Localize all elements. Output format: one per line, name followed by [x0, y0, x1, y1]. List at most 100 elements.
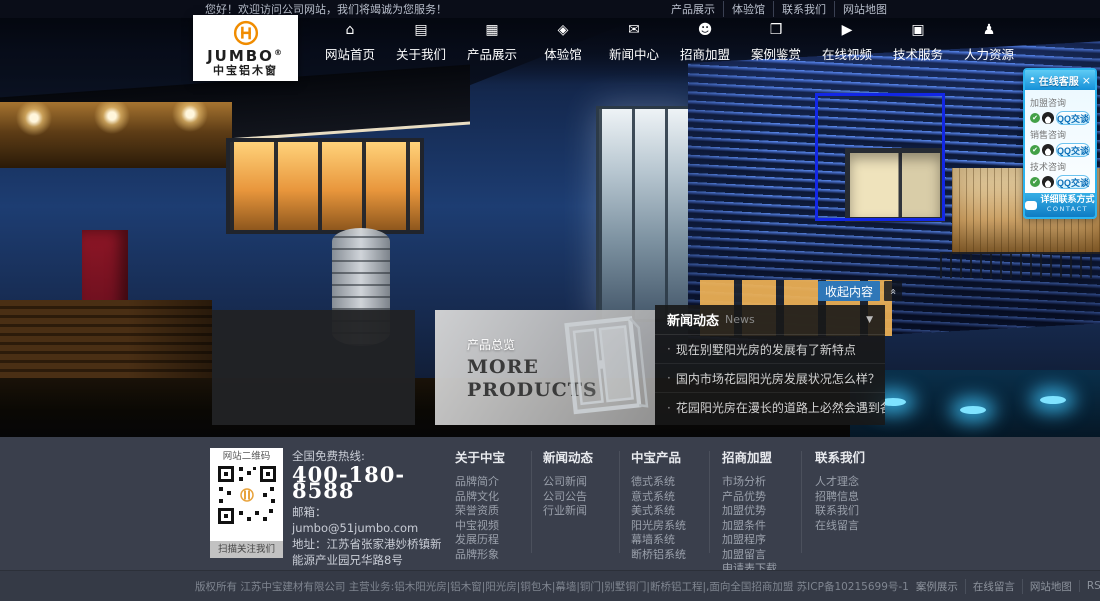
service-panel-header: 在线客服 ×: [1025, 70, 1095, 90]
nav-item-experience[interactable]: ◈ 体验馆: [535, 22, 591, 63]
news-item[interactable]: · 花园阳光房在漫长的道路上必然会遇到各种挑战: [655, 393, 885, 422]
footer: 网站二维码 扫描关注我们 全国免费热线: 400-180-8588 邮箱：jum…: [0, 437, 1100, 570]
lit-eave: [0, 102, 232, 168]
topbar-link-products[interactable]: 产品展示: [663, 1, 723, 17]
grid-icon: ▦: [485, 22, 498, 38]
online-service-panel: 在线客服 × 加盟咨询 ✔ QQ交谈 销售咨询 ✔ QQ交谈 技术咨询 ✔ QQ…: [1023, 68, 1097, 219]
footer-link[interactable]: 阳光房系统: [631, 519, 686, 534]
bottom-link-cases[interactable]: 案例展示: [909, 579, 965, 594]
dark-overlay-box: [212, 310, 415, 425]
bullet-icon: ·: [667, 371, 671, 385]
nav-item-products[interactable]: ▦ 产品展示: [464, 22, 520, 63]
footer-column-about: 关于中宝 品牌简介 品牌文化 荣誉资质 中宝视频 发展历程 品牌形象: [455, 447, 505, 562]
footer-column-news: 新闻动态 公司新闻 公司公告 行业新闻: [543, 447, 593, 519]
qq-chat-button[interactable]: QQ交谈: [1056, 143, 1090, 157]
bottom-link-message[interactable]: 在线留言: [965, 579, 1022, 594]
top-bar-links: 产品展示 体验馆 联系我们 网站地图: [663, 1, 895, 17]
copyright-text: 版权所有 江苏中宝建材有限公司 主营业务:铝木阳光房|铝木窗|阳光房|铜包木|幕…: [195, 579, 909, 594]
site-logo[interactable]: JUMBO® 中宝铝木窗: [193, 15, 298, 81]
footer-link[interactable]: 意式系统: [631, 490, 686, 505]
footer-link[interactable]: 联系我们: [815, 504, 865, 519]
selection-rectangle: [815, 93, 945, 221]
bullet-icon: ·: [667, 342, 671, 356]
nav-item-hr[interactable]: ♟ 人力资源: [961, 22, 1017, 63]
footer-link[interactable]: 德式系统: [631, 475, 686, 490]
footer-link[interactable]: 公司新闻: [543, 475, 593, 490]
home-icon: ⌂: [346, 22, 355, 38]
nav-item-videos[interactable]: ▶ 在线视频: [819, 22, 875, 63]
chat-bubble-icon: [1025, 201, 1037, 210]
scroll-top-button[interactable]: «: [884, 281, 902, 301]
main-nav: ⌂ 网站首页 ▤ 关于我们 ▦ 产品展示 ◈ 体验馆 ✉ 新闻中心 ☻ 招商加盟…: [322, 22, 1017, 63]
logo-subtitle: 中宝铝木窗: [213, 64, 278, 77]
footer-link[interactable]: 幕墙系统: [631, 533, 686, 548]
contact-details-button[interactable]: 详细联系方式 CONTACT: [1025, 193, 1095, 217]
footer-link[interactable]: 产品优势: [722, 490, 777, 505]
news-item[interactable]: · 国内市场花园阳光房发展状况怎么样？: [655, 364, 885, 393]
footer-link[interactable]: 招聘信息: [815, 490, 865, 505]
nav-item-tech-service[interactable]: ▣ 技术服务: [890, 22, 946, 63]
pool: [850, 370, 1100, 437]
footer-link[interactable]: 加盟条件: [722, 519, 777, 534]
window-illustration: [556, 312, 650, 420]
top-bar: 您好！欢迎访问公司网站，我们将竭诚为您服务！ 产品展示 体验馆 联系我们 网站地…: [0, 0, 1100, 18]
footer-link[interactable]: 人才理念: [815, 475, 865, 490]
service-group-label: 加盟咨询: [1030, 96, 1090, 109]
footer-column-contact: 联系我们 人才理念 招聘信息 联系我们 在线留言: [815, 447, 865, 533]
footer-link[interactable]: 加盟优势: [722, 504, 777, 519]
qq-chat-button[interactable]: QQ交谈: [1056, 111, 1090, 125]
nav-item-about[interactable]: ▤ 关于我们: [393, 22, 449, 63]
user-icon: ♟: [983, 22, 996, 38]
collapse-content-button[interactable]: 收起内容: [818, 281, 880, 301]
hotline-number: 400-180-8588: [292, 467, 452, 499]
nav-item-news[interactable]: ✉ 新闻中心: [606, 22, 662, 63]
qq-penguin-icon: [1042, 144, 1054, 156]
footer-link[interactable]: 加盟程序: [722, 533, 777, 548]
nav-item-join[interactable]: ☻ 招商加盟: [677, 22, 733, 63]
logo-brand: JUMBO®: [207, 49, 284, 64]
footer-link[interactable]: 品牌文化: [455, 490, 505, 505]
qq-chat-button[interactable]: QQ交谈: [1056, 175, 1090, 189]
service-row: ✔ QQ交谈: [1030, 143, 1090, 157]
qr-caption: 扫描关注我们: [210, 541, 283, 558]
footer-link[interactable]: 加盟留言: [722, 548, 777, 563]
footer-link[interactable]: 中宝视频: [455, 519, 505, 534]
nav-item-home[interactable]: ⌂ 网站首页: [322, 22, 378, 63]
bottom-links: 案例展示 在线留言 网站地图 RSS: [909, 579, 1100, 594]
footer-link[interactable]: 发展历程: [455, 533, 505, 548]
news-item[interactable]: · 现在别墅阳光房的发展有了新特点: [655, 335, 885, 364]
footer-link[interactable]: 行业新闻: [543, 504, 593, 519]
footer-link[interactable]: 品牌形象: [455, 548, 505, 563]
nav-item-cases[interactable]: ❒ 案例鉴赏: [748, 22, 804, 63]
logo-emblem: [232, 19, 260, 47]
service-row: ✔ QQ交谈: [1030, 111, 1090, 125]
user-plus-icon: ☻: [698, 22, 713, 38]
envelope-icon: ✉: [628, 22, 640, 38]
news-title: 新闻动态: [667, 310, 719, 329]
footer-link[interactable]: 断桥铝系统: [631, 548, 686, 563]
topbar-link-contact[interactable]: 联系我们: [773, 1, 834, 17]
footer-link[interactable]: 荣誉资质: [455, 504, 505, 519]
footer-link[interactable]: 公司公告: [543, 490, 593, 505]
topbar-link-sitemap[interactable]: 网站地图: [834, 1, 895, 17]
chevron-down-icon[interactable]: ▼: [866, 315, 873, 325]
service-group-label: 销售咨询: [1030, 128, 1090, 141]
more-products-panel[interactable]: 产品总览 MORE PRODUCTS: [435, 310, 655, 425]
footer-link[interactable]: 品牌简介: [455, 475, 505, 490]
bottom-link-sitemap[interactable]: 网站地图: [1022, 579, 1079, 594]
hero-image: 产品总览 MORE PRODUCTS 新闻动态 News ▼ · 现在别墅阳光房…: [0, 18, 1100, 437]
bottom-link-rss[interactable]: RSS: [1079, 580, 1100, 592]
pool-light: [1040, 396, 1066, 404]
footer-link[interactable]: 在线留言: [815, 519, 865, 534]
topbar-link-experience[interactable]: 体验馆: [723, 1, 773, 17]
gallery-icon: ❒: [770, 22, 783, 38]
footer-column-products: 中宝产品 德式系统 意式系统 美式系统 阳光房系统 幕墙系统 断桥铝系统: [631, 447, 686, 562]
footer-link[interactable]: 美式系统: [631, 504, 686, 519]
glass-atrium: [596, 106, 696, 322]
email-line: 邮箱：jumbo@51jumbo.com: [292, 504, 452, 536]
toolbox-icon: ▣: [911, 22, 924, 38]
close-icon[interactable]: ×: [1082, 75, 1091, 86]
footer-column-join: 招商加盟 市场分析 产品优势 加盟优势 加盟条件 加盟程序 加盟留言 申请表下载: [722, 447, 777, 577]
footer-link[interactable]: 市场分析: [722, 475, 777, 490]
check-icon: ✔: [1030, 113, 1040, 123]
